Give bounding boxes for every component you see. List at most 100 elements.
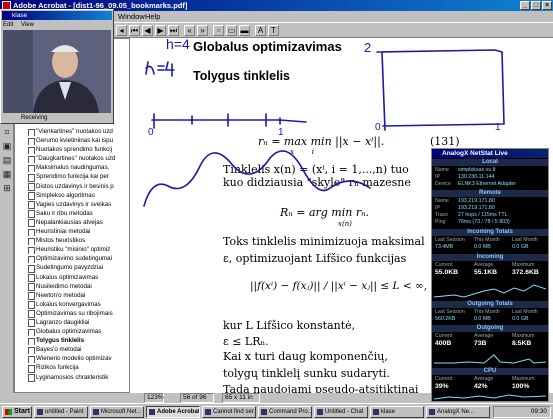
video-menu-edit[interactable]: Edit: [3, 22, 13, 28]
fit-page-icon[interactable]: ▭: [226, 25, 237, 36]
video-window[interactable]: klase Edit View Receiving: [0, 9, 114, 124]
ns-column-value: 42%: [474, 383, 488, 390]
bookmark-item[interactable]: Lokalus optimizavimas: [27, 273, 131, 282]
bookmark-item[interactable]: Sudetingumo pavyzdziai: [27, 263, 131, 273]
bookmark-item[interactable]: Nepalankiausias atvejas: [27, 218, 131, 228]
taskbar-button[interactable]: klase: [370, 406, 424, 418]
bookmark-item[interactable]: Vagies uzdavinys ir sveikas: [27, 200, 131, 209]
ink-label-zero-a: 0: [148, 127, 154, 138]
page-field[interactable]: 56 of 96: [180, 393, 214, 403]
actual-size-icon[interactable]: ▫: [213, 25, 224, 36]
start-button[interactable]: Start: [2, 406, 32, 418]
ns-label: Device: [435, 181, 451, 187]
bookmark-item[interactable]: Simplekso algoritmas: [27, 191, 131, 200]
zoom-field[interactable]: 123%: [144, 393, 164, 403]
bookmark-item[interactable]: Saku ir ribu metodas: [27, 209, 131, 218]
bookmark-item[interactable]: Nuotakos sprendimo funkcij: [27, 145, 131, 155]
video-status-text: Receiving: [21, 115, 48, 121]
article-tool-icon[interactable]: ▦: [1, 168, 13, 180]
bookmark-item[interactable]: Mistos heuristikos: [27, 236, 131, 246]
bookmark-item[interactable]: Gerumo kvietiniinas kai ispu: [27, 136, 131, 146]
bookmark-item[interactable]: Nusileidimo metodai: [27, 282, 131, 291]
ns-column-value: 100%: [512, 383, 530, 390]
ns-column-label: Last Session: [435, 309, 465, 315]
text-tool-icon[interactable]: T: [268, 25, 279, 36]
bookmark-item[interactable]: Wienerio modelio optimizav: [27, 354, 131, 364]
close-button[interactable]: ×: [542, 1, 552, 10]
bookmark-item[interactable]: Optimizavimo sudetingumai: [27, 254, 131, 264]
ns-value: 76ms (73 / 78 / 5 803): [458, 219, 510, 225]
maximize-button[interactable]: □: [531, 1, 541, 10]
bookmark-item[interactable]: Bayes'o metodai: [27, 345, 131, 355]
taskbar-button[interactable]: Cannot find ser...: [202, 406, 256, 418]
bookmark-item[interactable]: Tolygus tinklelis: [27, 336, 131, 346]
find-icon[interactable]: A: [255, 25, 266, 36]
bookmark-item[interactable]: Globalus optimizavimas: [27, 327, 131, 337]
first-page-icon[interactable]: ⏮: [129, 25, 140, 36]
taskbar-button[interactable]: Adobe Acrobat: [146, 406, 200, 418]
ns-column-value: 400B: [435, 340, 452, 347]
ns-column-label: This Month: [474, 237, 500, 243]
taskbar-button[interactable]: Microsoft Net...: [90, 406, 144, 418]
ns-column-label: Maximum: [512, 333, 535, 339]
taskbar-button[interactable]: untitled - Paint: [34, 406, 88, 418]
go-back-icon[interactable]: «: [184, 25, 195, 36]
taskbar-button[interactable]: Command Pro...: [258, 406, 312, 418]
taskbar-button[interactable]: Untitled - Chat: [314, 406, 368, 418]
crop-tool-icon[interactable]: ⌗: [1, 126, 13, 138]
ns-column-value: 560.2KB: [435, 316, 456, 322]
bookmark-item[interactable]: "Daugkartines" nuotakos uzd: [27, 154, 131, 164]
video-menu-view[interactable]: View: [21, 22, 34, 28]
ink-label-two: 2: [364, 40, 371, 55]
bookmark-item[interactable]: Sprendimo funkcija kai per: [27, 172, 131, 182]
ns-outgoing-head: Outgoing: [432, 325, 548, 332]
ns-column-value: 0.0 MB: [474, 316, 491, 322]
prev-doc-icon[interactable]: ◂: [116, 25, 127, 36]
bookmarks-list: "Vienkartines" nuotakos uzd Gerumo kvieti…: [27, 127, 131, 382]
ns-column-value: 39%: [435, 383, 449, 390]
menu-help[interactable]: Help: [145, 11, 160, 22]
bookmark-item[interactable]: "Vienkartines" nuotakos uzd: [27, 127, 131, 137]
ns-label: Ping: [435, 219, 446, 225]
ns-label: Name: [435, 198, 449, 204]
bookmark-item[interactable]: Rizikos funkcija: [27, 363, 131, 373]
bookmark-item[interactable]: Lagranzo daugikliai: [27, 318, 131, 328]
video-feed: [3, 30, 111, 113]
bookmark-item[interactable]: Distos uzdavinys ir besinis p: [27, 182, 131, 191]
bookmark-item[interactable]: Heuristiniai metodai: [27, 227, 131, 237]
bookmark-item[interactable]: Lokalus konvergavimas: [27, 300, 131, 309]
prev-page-icon[interactable]: ◀: [142, 25, 153, 36]
bookmark-item[interactable]: Heuristiku "misinio" optimiz: [27, 245, 131, 255]
ns-column-label: Average: [474, 333, 494, 339]
taskbar-button[interactable]: AnalogX Ne...: [426, 406, 490, 418]
go-forward-icon[interactable]: »: [197, 25, 208, 36]
netstat-title-bar[interactable]: AnalogX NetStat Live: [432, 149, 548, 158]
next-page-icon[interactable]: ▶: [155, 25, 166, 36]
clock: 09:30: [530, 408, 547, 415]
system-tray: 09:30: [493, 406, 551, 418]
ns-column-value: 0.0 GB: [512, 316, 529, 322]
menu-window[interactable]: Window: [118, 11, 145, 22]
bookmark-item[interactable]: Newton'o metodai: [27, 291, 131, 300]
form-tool-icon[interactable]: ▤: [1, 154, 13, 166]
ns-column-value: 73B: [474, 340, 487, 347]
video-title-bar[interactable]: klase: [2, 11, 112, 20]
ns-column-label: This Month: [474, 309, 500, 315]
ns-column-label: Average: [474, 376, 494, 382]
last-page-icon[interactable]: ⏭: [168, 25, 179, 36]
page-size-field: 65 x 11 in: [222, 393, 260, 403]
movie-tool-icon[interactable]: ▣: [1, 140, 13, 152]
ns-label: Trace: [435, 212, 449, 218]
ns-value: 193.219.171.80: [458, 205, 495, 211]
ns-column-value: 55.1KB: [474, 269, 498, 276]
ink-h-equals-4: [145, 61, 175, 77]
bookmark-item[interactable]: Lyginamosios chrakteristik: [27, 373, 131, 382]
bookmark-item[interactable]: Maksimalus naudingumas,: [27, 163, 131, 173]
fit-width-icon[interactable]: ▬: [239, 25, 250, 36]
incoming-graph: [434, 284, 546, 298]
bookmark-item[interactable]: Optimizavimas su ribojimais: [27, 309, 131, 318]
netstat-window[interactable]: AnalogX NetStat Live Local Name simpleksa…: [431, 148, 549, 402]
stamp-tool-icon[interactable]: ⊞: [1, 182, 13, 194]
minimize-button[interactable]: _: [520, 1, 530, 10]
ink-label-h: h=4: [166, 38, 190, 52]
